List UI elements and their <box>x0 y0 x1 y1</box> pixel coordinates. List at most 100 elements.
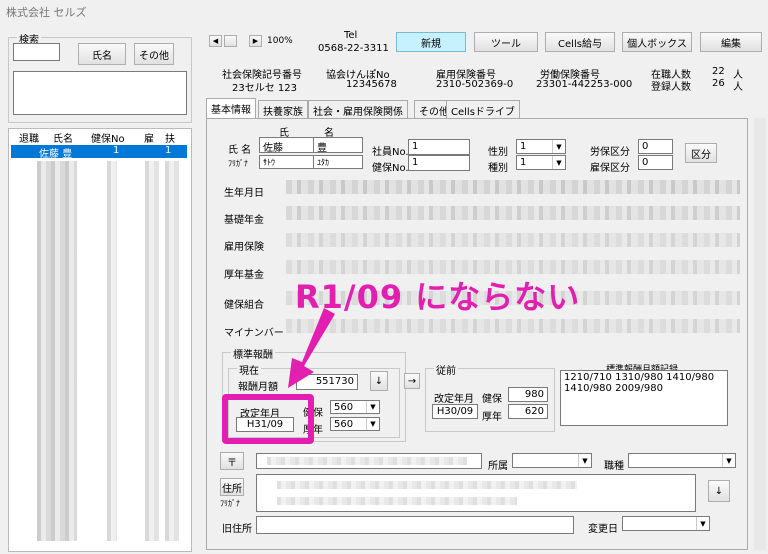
nav-prev-button[interactable] <box>224 35 237 47</box>
shubetsu-value: 1 <box>520 157 527 168</box>
copy-right-button[interactable]: → <box>404 373 420 389</box>
address-kana-label: ﾌﾘｶﾞﾅ <box>220 499 240 508</box>
zip-blur <box>267 457 467 465</box>
rodo-value: 23301-442253-000 <box>536 79 633 90</box>
history-line1: 1210/710 1310/980 1410/980 <box>564 372 715 383</box>
koho-field[interactable]: 0 <box>638 155 673 170</box>
selected-name: 佐藤 豊 <box>39 149 73 160</box>
kosei-kikin-label: 厚年基金 <box>224 270 264 281</box>
tel-label: Tel <box>344 30 358 41</box>
col-name[interactable]: 氏名 <box>53 130 73 145</box>
cells-kyuyo-button[interactable]: Cells給与 <box>545 32 615 52</box>
list-item-selected[interactable]: 佐藤 豊 1 1 <box>11 145 187 160</box>
kenpo-no-field[interactable]: 1 <box>408 155 470 171</box>
search-results-box[interactable] <box>13 71 187 115</box>
employee-list[interactable]: 退職 氏名 健保No 雇 扶 佐藤 豊 1 1 <box>8 128 192 552</box>
name-label: 氏 名 <box>228 145 252 156</box>
shozoku-select[interactable]: ▼ <box>512 453 592 468</box>
birth-row <box>286 180 740 194</box>
seibetsu-select[interactable]: 1 ▼ <box>516 139 566 154</box>
history-box[interactable]: 1210/710 1310/980 1410/980 1410/980 2009… <box>560 370 728 426</box>
chevron-down-icon: ▼ <box>552 156 565 169</box>
tab-shakai[interactable]: 社会・雇用保険関係 <box>308 100 408 118</box>
address-blur <box>277 481 577 489</box>
nav-next-button[interactable]: ▶ <box>249 35 262 47</box>
birth-label: 生年月日 <box>224 188 264 199</box>
shain-field[interactable]: 1 <box>408 139 470 155</box>
sei-kana-field[interactable]: ｻﾄｳ <box>259 155 314 169</box>
other-search-button[interactable]: その他 <box>134 43 174 65</box>
col-koyo[interactable]: 雇 <box>144 130 154 145</box>
name-search-button[interactable]: 氏名 <box>78 43 126 65</box>
nav-first-button[interactable]: ◀ <box>209 35 222 47</box>
kenpo-kumiai-label: 健保組合 <box>224 300 264 311</box>
koho-label: 雇保区分 <box>590 163 630 174</box>
kenpo-grade-value: 560 <box>334 402 354 413</box>
list-item[interactable] <box>165 161 179 541</box>
kyokai-value: 12345678 <box>346 79 397 90</box>
address-button[interactable]: 住所 <box>220 478 244 496</box>
prev-kenpo-field[interactable]: 980 <box>508 387 548 402</box>
tab-strip: 基本情報 扶養家族 社会・雇用保険関係 その他 Cellsドライブ <box>206 98 766 120</box>
kiso-row <box>286 206 740 220</box>
address-field[interactable] <box>256 474 696 512</box>
chevron-down-icon: ▼ <box>578 454 591 467</box>
hyojun-title: 標準報酬 <box>231 346 275 361</box>
right-scrollbar[interactable] <box>754 118 766 550</box>
prev-kenpo-label: 健保 <box>482 394 502 405</box>
mei-kana-field[interactable]: ﾕﾀｶ <box>313 155 363 169</box>
rouho-field[interactable]: 0 <box>638 139 673 154</box>
tab-kihon[interactable]: 基本情報 <box>206 98 256 118</box>
personal-box-button[interactable]: 個人ボックス <box>622 32 692 52</box>
col-kenpo[interactable]: 健保No <box>91 130 125 145</box>
prev-kosei-label: 厚年 <box>482 412 502 423</box>
prev-kosei-field[interactable]: 620 <box>508 404 548 419</box>
col-fuyo[interactable]: 扶 <box>165 130 175 145</box>
shubetsu-select[interactable]: 1 ▼ <box>516 155 566 170</box>
address-down-button[interactable]: ↓ <box>708 480 730 502</box>
toroku-unit: 人 <box>733 82 743 93</box>
selected-fuyo: 1 <box>165 145 172 156</box>
koyo-hoken-label: 雇用保険 <box>224 242 264 253</box>
kubun-button[interactable]: 区分 <box>685 143 717 163</box>
chevron-down-icon: ▼ <box>696 517 709 530</box>
shubetsu-label: 種別 <box>488 163 508 174</box>
edit-button[interactable]: 編集 <box>700 32 762 52</box>
koyo-number-value: 2310-502369-0 <box>436 79 514 90</box>
kyu-jusho-label: 旧住所 <box>222 524 252 535</box>
kosei-grade-select[interactable]: 560 ▼ <box>330 417 380 431</box>
kenpo-grade-select[interactable]: 560 ▼ <box>330 400 380 414</box>
mei-field[interactable]: 豊 <box>313 137 363 153</box>
kenpo-no-label: 健保No. <box>372 163 409 174</box>
tab-cells-drive[interactable]: Cellsドライブ <box>446 100 520 118</box>
zaishoku-value: 22 <box>712 66 725 77</box>
prev-title: 従前 <box>434 362 458 377</box>
list-item[interactable] <box>145 161 159 541</box>
selected-kenpo: 1 <box>113 145 120 156</box>
list-item[interactable] <box>37 161 77 541</box>
mynumber-row <box>286 319 740 333</box>
list-item[interactable] <box>107 161 117 541</box>
history-line2: 1410/980 2009/980 <box>564 383 663 394</box>
chevron-down-icon: ▼ <box>552 140 565 153</box>
kyu-jusho-field[interactable] <box>256 516 574 534</box>
seibetsu-label: 性別 <box>488 147 508 158</box>
zip-button[interactable]: 〒 <box>220 452 244 470</box>
zip-field[interactable] <box>256 453 482 469</box>
henko-date-select[interactable]: ▼ <box>622 516 710 531</box>
prev-kaitei-field[interactable]: H30/09 <box>432 404 478 419</box>
sei-field[interactable]: 佐藤 <box>259 137 314 153</box>
search-input[interactable] <box>13 43 60 61</box>
tab-fuyo[interactable]: 扶養家族 <box>258 100 308 118</box>
copy-down-button[interactable]: ↓ <box>370 371 388 391</box>
chevron-down-icon: ▼ <box>366 418 379 430</box>
toroku-value: 26 <box>712 78 725 89</box>
new-button[interactable]: 新規 <box>396 32 466 52</box>
col-retired[interactable]: 退職 <box>19 130 39 145</box>
tel-number: 0568-22-3311 <box>318 43 389 54</box>
shaho-value: 23セルセ 123 <box>232 83 297 94</box>
tool-button[interactable]: ツール <box>474 32 538 52</box>
address-kana-blur <box>277 497 517 505</box>
shokushu-select[interactable]: ▼ <box>628 453 736 468</box>
toroku-label: 登録人数 <box>651 82 691 93</box>
